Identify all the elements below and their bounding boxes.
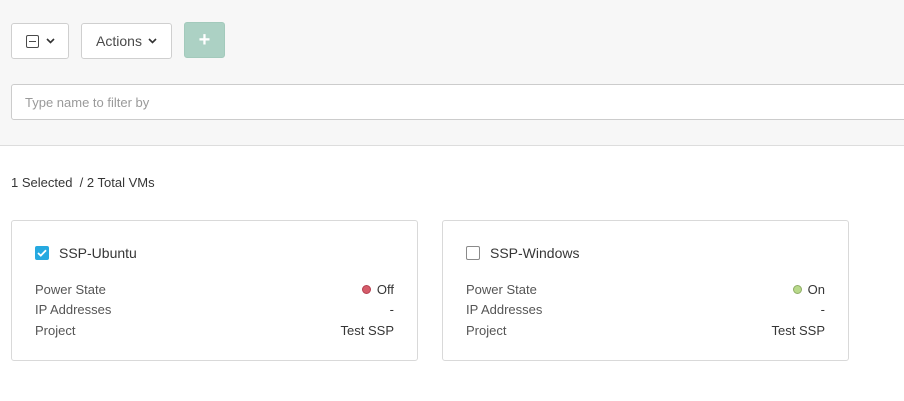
chevron-down-icon: [45, 38, 55, 44]
vm-name: SSP-Windows: [490, 245, 580, 261]
field-value: Off: [376, 281, 394, 297]
field-label: IP Addresses: [466, 302, 543, 318]
field-label: Project: [35, 322, 76, 338]
add-vm-button[interactable]: +: [184, 22, 225, 58]
toolbar-area: Actions +: [0, 0, 904, 146]
field-value: Test SSP: [771, 322, 825, 338]
power-state-row: Power State On: [466, 279, 825, 300]
vm-card[interactable]: SSP-Windows Power State On IP Addresses …: [442, 220, 849, 361]
status-dot-icon: [792, 284, 802, 294]
field-label: IP Addresses: [35, 302, 112, 318]
field-value: Test SSP: [340, 322, 394, 338]
vm-select-checkbox[interactable]: [466, 246, 480, 260]
vm-card[interactable]: SSP-Ubuntu Power State Off IP Addresses …: [11, 220, 418, 361]
field-label: Power State: [35, 281, 106, 297]
selection-summary: 1 Selected / 2 Total VMs: [11, 175, 155, 190]
bulk-select-dropdown[interactable]: [11, 23, 69, 59]
ip-addresses-row: IP Addresses -: [466, 300, 825, 321]
vm-select-checkbox[interactable]: [35, 246, 49, 260]
minus-checkbox-icon: [25, 34, 39, 48]
field-value: On: [807, 281, 825, 297]
total-count: / 2 Total VMs: [72, 175, 155, 190]
chevron-down-icon: [148, 38, 157, 44]
field-value: -: [820, 302, 825, 318]
plus-icon: +: [198, 28, 211, 51]
status-dot-icon: [361, 284, 371, 294]
checkmark-icon: [37, 249, 47, 257]
filter-input[interactable]: [11, 84, 904, 120]
field-label: Project: [466, 322, 507, 338]
project-row: Project Test SSP: [466, 320, 825, 341]
actions-dropdown[interactable]: Actions: [81, 23, 172, 59]
power-state-row: Power State Off: [35, 279, 394, 300]
ip-addresses-row: IP Addresses -: [35, 300, 394, 321]
project-row: Project Test SSP: [35, 320, 394, 341]
selected-count: 1 Selected: [11, 175, 73, 190]
actions-label: Actions: [96, 33, 142, 49]
field-label: Power State: [466, 281, 537, 297]
field-value: -: [389, 302, 394, 318]
vm-name: SSP-Ubuntu: [59, 245, 137, 261]
